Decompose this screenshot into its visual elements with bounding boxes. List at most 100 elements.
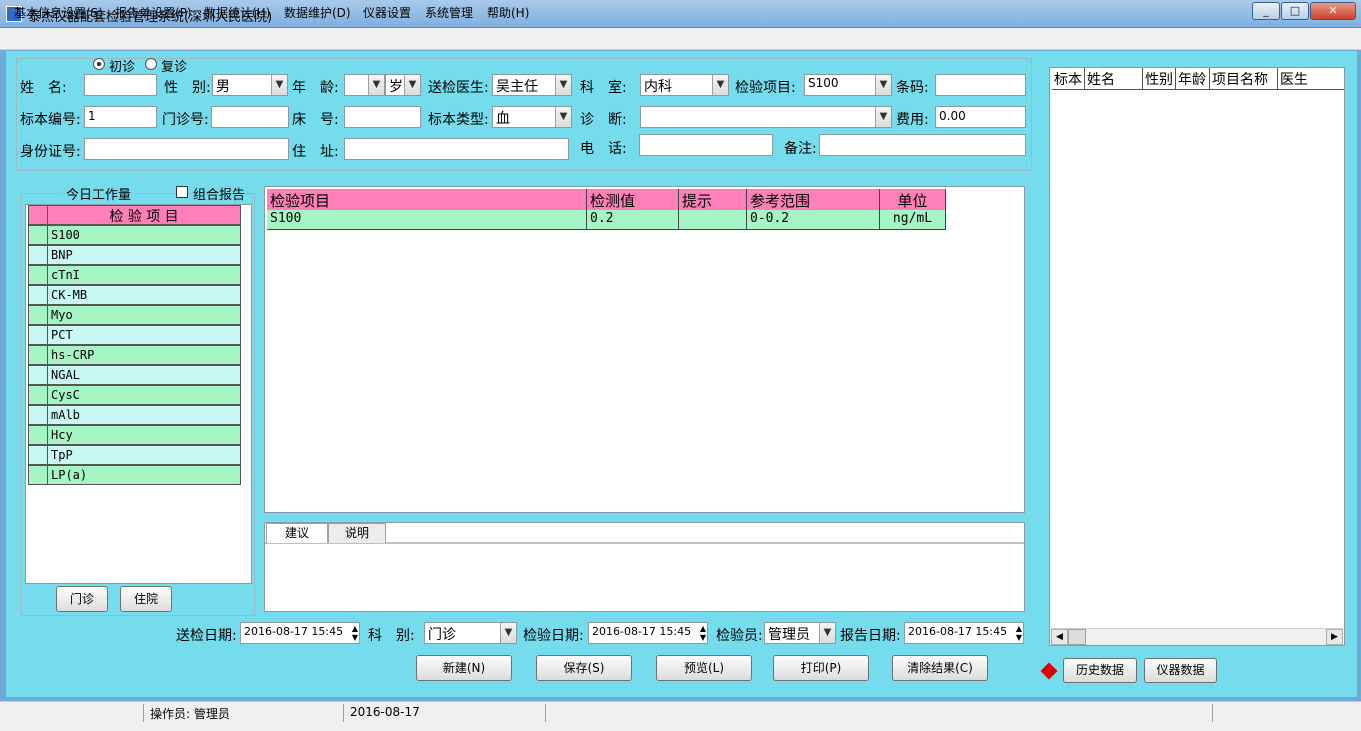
item-label: 检验项目: <box>735 80 796 96</box>
remark-input[interactable] <box>819 134 1026 156</box>
rcol-name[interactable]: 姓名 <box>1085 68 1143 90</box>
chevron-down-icon: ▼ <box>271 75 287 95</box>
name-input[interactable] <box>84 74 157 96</box>
send-date-picker[interactable]: 2016-08-17 15:45 ▲ ▼ <box>240 622 360 644</box>
row-indicator[interactable] <box>28 245 48 265</box>
list-item[interactable]: Hcy <box>28 425 241 445</box>
inpatient-button[interactable]: 住院 <box>120 586 172 612</box>
horizontal-scrollbar[interactable]: ◀ ▶ <box>1051 628 1343 645</box>
tab-description[interactable]: 说明 <box>328 523 386 543</box>
diagnosis-select[interactable]: ▼ <box>640 106 892 128</box>
row-indicator[interactable] <box>28 385 48 405</box>
bed-input[interactable] <box>344 106 421 128</box>
clear-results-button[interactable]: 清除结果(C) <box>892 655 988 681</box>
history-data-button[interactable]: 历史数据 <box>1063 658 1137 683</box>
row-indicator[interactable] <box>28 265 48 285</box>
list-item[interactable]: TpP <box>28 445 241 465</box>
minimize-button[interactable]: _ <box>1252 2 1280 20</box>
menu-help[interactable]: 帮助(H) <box>487 4 529 21</box>
close-button[interactable]: ✕ <box>1310 2 1356 20</box>
col-header-range[interactable]: 参考范围 <box>747 189 880 211</box>
spinner-icon[interactable]: ▲ ▼ <box>352 624 358 642</box>
tester-select[interactable]: 管理员 ▼ <box>764 622 836 644</box>
tab-suggestion[interactable]: 建议 <box>266 523 328 543</box>
address-input[interactable] <box>344 138 569 160</box>
menu-system[interactable]: 系统管理 <box>425 4 473 21</box>
cell-item[interactable]: S100 <box>267 210 587 230</box>
row-indicator[interactable] <box>28 285 48 305</box>
list-item[interactable]: hs-CRP <box>28 345 241 365</box>
list-item[interactable]: Myo <box>28 305 241 325</box>
spinner-icon[interactable]: ▲ ▼ <box>700 624 706 642</box>
rcol-doctor[interactable]: 医生 <box>1278 68 1344 90</box>
list-item-label: Hcy <box>48 425 241 445</box>
print-button[interactable]: 打印(P) <box>773 655 869 681</box>
row-indicator[interactable] <box>28 305 48 325</box>
instrument-data-button[interactable]: 仪器数据 <box>1144 658 1217 683</box>
spinner-icon[interactable]: ▲ ▼ <box>1016 624 1022 642</box>
combo-report-checkbox[interactable] <box>176 186 188 198</box>
menu-basic-info[interactable]: 基本信息设置(S) <box>14 4 103 21</box>
report-date-picker[interactable]: 2016-08-17 15:45 ▲ ▼ <box>904 622 1024 644</box>
dept-bottom-select[interactable]: 门诊 ▼ <box>424 622 517 644</box>
gender-select[interactable]: 男 ▼ <box>212 74 288 96</box>
phone-input[interactable] <box>639 134 773 156</box>
list-item[interactable]: CysC <box>28 385 241 405</box>
id-input[interactable] <box>84 138 289 160</box>
rcol-age[interactable]: 年龄 <box>1176 68 1210 90</box>
row-indicator[interactable] <box>28 425 48 445</box>
col-header-item[interactable]: 检验项目 <box>267 189 587 211</box>
age-select[interactable]: ▼ <box>344 74 385 96</box>
row-indicator[interactable] <box>28 345 48 365</box>
list-item[interactable]: PCT <box>28 325 241 345</box>
row-indicator[interactable] <box>28 325 48 345</box>
new-button[interactable]: 新建(N) <box>416 655 512 681</box>
row-indicator[interactable] <box>28 225 48 245</box>
scroll-right-icon[interactable]: ▶ <box>1326 629 1343 645</box>
scroll-thumb[interactable] <box>1068 629 1086 645</box>
save-button[interactable]: 保存(S) <box>536 655 632 681</box>
rcol-specimen[interactable]: 标本 <box>1052 68 1085 90</box>
outpatient-input[interactable] <box>211 106 289 128</box>
scroll-left-icon[interactable]: ◀ <box>1051 629 1068 645</box>
gender-label: 性 别: <box>164 80 211 96</box>
cell-value[interactable]: 0.2 <box>587 210 679 230</box>
list-item[interactable]: cTnI <box>28 265 241 285</box>
col-header-value[interactable]: 检测值 <box>587 189 679 211</box>
row-indicator[interactable] <box>28 445 48 465</box>
list-item[interactable]: S100 <box>28 225 241 245</box>
doctor-select[interactable]: 吴主任 ▼ <box>492 74 572 96</box>
dept-select[interactable]: 内科 ▼ <box>640 74 729 96</box>
row-indicator[interactable] <box>28 365 48 385</box>
test-date-picker[interactable]: 2016-08-17 15:45 ▲ ▼ <box>588 622 708 644</box>
specimen-no-input[interactable]: 1 <box>84 106 157 128</box>
item-select[interactable]: S100 ▼ <box>804 74 892 96</box>
menu-report-settings[interactable]: 报告单设置(P) <box>115 4 192 21</box>
list-item[interactable]: mAlb <box>28 405 241 425</box>
cell-range[interactable]: 0-0.2 <box>747 210 880 230</box>
col-header-unit[interactable]: 单位 <box>880 189 946 211</box>
preview-button[interactable]: 预览(L) <box>656 655 752 681</box>
rcol-item-name[interactable]: 项目名称 <box>1210 68 1278 90</box>
outpatient-button[interactable]: 门诊 <box>56 586 108 612</box>
rcol-gender[interactable]: 性别 <box>1143 68 1176 90</box>
row-indicator[interactable] <box>28 465 48 485</box>
list-item[interactable]: CK-MB <box>28 285 241 305</box>
cell-unit[interactable]: ng/mL <box>880 210 946 230</box>
list-item[interactable]: BNP <box>28 245 241 265</box>
list-item[interactable]: LP(a) <box>28 465 241 485</box>
specimen-type-select[interactable]: 血 ▼ <box>492 106 572 128</box>
menu-data-maintenance[interactable]: 数据维护(D) <box>284 4 351 21</box>
list-item[interactable]: NGAL <box>28 365 241 385</box>
maximize-button[interactable]: □ <box>1281 2 1309 20</box>
menu-instrument-settings[interactable]: 仪器设置 <box>363 4 411 21</box>
age-unit-select[interactable]: 岁 ▼ <box>385 74 421 96</box>
barcode-input[interactable] <box>935 74 1026 96</box>
menu-statistics[interactable]: 数据统计(H) <box>204 4 270 21</box>
row-indicator[interactable] <box>28 405 48 425</box>
col-header-hint[interactable]: 提示 <box>679 189 747 211</box>
cell-hint[interactable] <box>679 210 747 230</box>
radio-first-visit[interactable] <box>93 58 105 70</box>
fee-input[interactable]: 0.00 <box>935 106 1026 128</box>
radio-return-visit[interactable] <box>145 58 157 70</box>
